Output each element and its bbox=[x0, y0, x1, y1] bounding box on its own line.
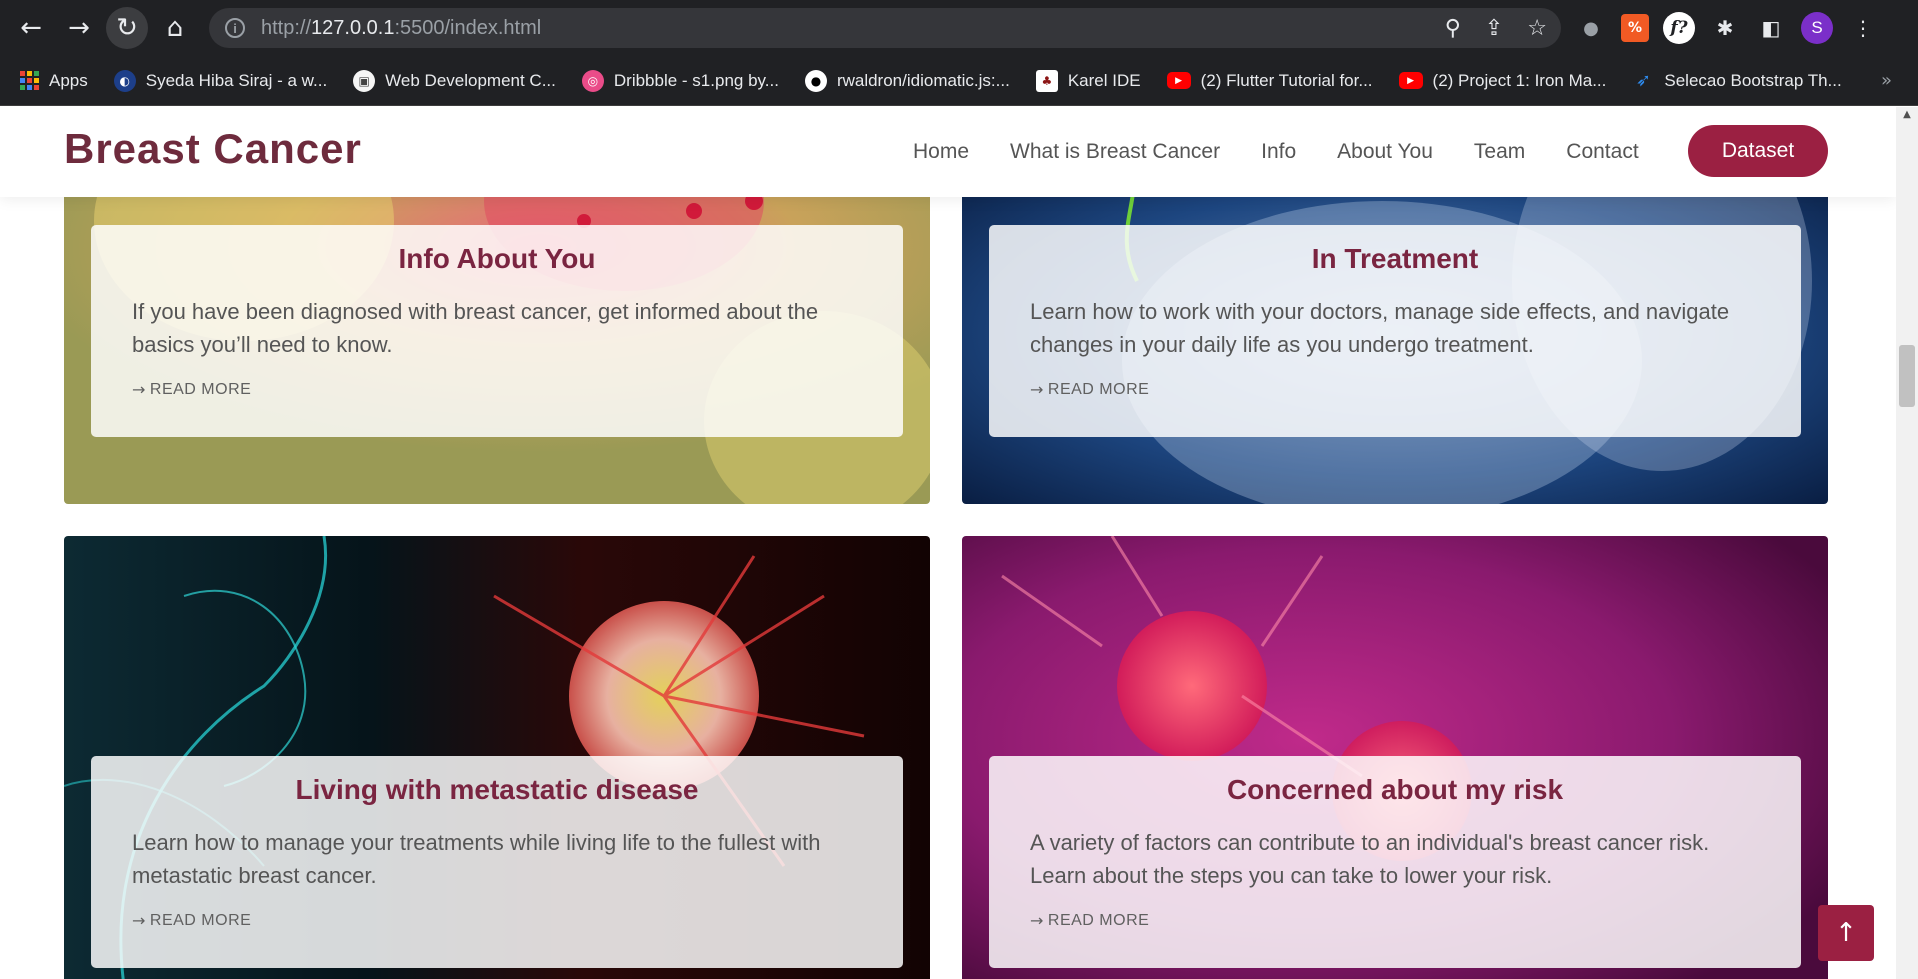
more-bookmarks-icon[interactable]: » bbox=[1881, 70, 1892, 91]
home-icon: ⌂ bbox=[166, 13, 184, 43]
bookmark-karel[interactable]: ♣ Karel IDE bbox=[1035, 69, 1141, 92]
bookmark-label: (2) Flutter Tutorial for... bbox=[1200, 70, 1373, 90]
card-title: Info About You bbox=[398, 243, 596, 274]
bookmark-dribbble[interactable]: ◎ Dribbble - s1.png by... bbox=[581, 69, 779, 92]
read-more-label: READ MORE bbox=[149, 380, 252, 398]
card-text: A variety of factors can contribute to a… bbox=[1030, 830, 1710, 888]
nav-team[interactable]: Team bbox=[1474, 140, 1525, 164]
bookmarks-bar: Apps ◐ Syeda Hiba Siraj - a w... ▣ Web D… bbox=[0, 56, 1918, 106]
magnifier-icon[interactable]: ⚲ bbox=[1445, 16, 1461, 41]
arrow-right-icon: → bbox=[132, 911, 146, 930]
bookmark-apps[interactable]: Apps bbox=[20, 71, 88, 91]
course-icon: ▣ bbox=[353, 69, 376, 92]
card-overlay: Concerned about my risk A variety of fac… bbox=[989, 756, 1801, 968]
nav-contact[interactable]: Contact bbox=[1566, 140, 1638, 164]
url-text[interactable]: http://127.0.0.1:5500/index.html bbox=[261, 17, 541, 40]
star-icon[interactable]: ☆ bbox=[1527, 16, 1547, 41]
url-scheme: http:// bbox=[261, 16, 312, 39]
card-in-treatment: In Treatment Learn how to work with your… bbox=[962, 161, 1828, 504]
arrow-right-icon: → bbox=[68, 13, 90, 43]
scrollbar-thumb[interactable] bbox=[1899, 345, 1915, 407]
site-logo[interactable]: Breast Cancer bbox=[64, 125, 362, 173]
back-button[interactable]: ← bbox=[7, 4, 55, 52]
card-living-with-metastatic-disease: Living with metastatic disease Learn how… bbox=[64, 536, 930, 979]
read-more-label: READ MORE bbox=[1047, 380, 1150, 398]
youtube-icon: ▶ bbox=[1166, 72, 1191, 89]
card-overlay: Living with metastatic disease Learn how… bbox=[91, 756, 903, 968]
extension-orange-icon[interactable]: % bbox=[1621, 14, 1649, 42]
card-text: Learn how to work with your doctors, man… bbox=[1030, 299, 1730, 357]
nav-info[interactable]: Info bbox=[1261, 140, 1296, 164]
arrow-up-icon: ↑ bbox=[1835, 918, 1857, 948]
bookmark-webdev[interactable]: ▣ Web Development C... bbox=[353, 69, 556, 92]
card-overlay: In Treatment Learn how to work with your… bbox=[989, 225, 1801, 437]
browser-toolbar: ← → ↻ ⌂ i http://127.0.0.1:5500/index.ht… bbox=[0, 0, 1918, 56]
profile-avatar[interactable]: S bbox=[1801, 12, 1833, 44]
extension-grey-icon[interactable]: ● bbox=[1575, 12, 1607, 44]
side-panel-icon[interactable]: ◧ bbox=[1755, 12, 1787, 44]
bookmark-label: Apps bbox=[49, 70, 88, 90]
apps-grid-icon bbox=[20, 71, 39, 90]
nav-about-you[interactable]: About You bbox=[1337, 140, 1433, 164]
bookmark-label: Selecao Bootstrap Th... bbox=[1664, 70, 1842, 90]
dribbble-icon: ◎ bbox=[581, 69, 604, 92]
card-title: Concerned about my risk bbox=[1226, 774, 1564, 805]
selecao-icon: ➶ bbox=[1635, 70, 1651, 91]
bookmark-label: (2) Project 1: Iron Ma... bbox=[1432, 70, 1607, 90]
extension-fq-icon[interactable]: f? bbox=[1663, 12, 1695, 44]
card-text: Learn how to manage your treatments whil… bbox=[132, 830, 821, 888]
card-concerned-about-my-risk: Concerned about my risk A variety of fac… bbox=[962, 536, 1828, 979]
bookmark-label: Dribbble - s1.png by... bbox=[613, 70, 779, 90]
read-more-link[interactable]: → READ MORE bbox=[1030, 911, 1760, 930]
main-nav: Home What is Breast Cancer Info About Yo… bbox=[913, 107, 1680, 197]
site-info-icon[interactable]: i bbox=[225, 18, 245, 38]
menu-kebab-icon[interactable]: ⋮ bbox=[1847, 12, 1879, 44]
url-host: 127.0.0.1 bbox=[311, 16, 395, 39]
page-viewport: Breast Cancer Home What is Breast Cancer… bbox=[0, 107, 1896, 979]
bookmark-ironman[interactable]: ▶ (2) Project 1: Iron Ma... bbox=[1398, 70, 1607, 91]
bookmark-label: rwaldron/idiomatic.js:... bbox=[836, 70, 1010, 90]
bookmark-selecao[interactable]: ➶ Selecao Bootstrap Th... bbox=[1632, 70, 1842, 92]
card-title: In Treatment bbox=[1311, 243, 1479, 274]
dataset-button[interactable]: Dataset bbox=[1688, 125, 1828, 177]
scroll-up-arrow-icon[interactable]: ▲ bbox=[1896, 109, 1918, 120]
reload-icon: ↻ bbox=[116, 13, 138, 43]
stanford-icon: ♣ bbox=[1035, 69, 1058, 92]
share-icon[interactable]: ⇪ bbox=[1485, 16, 1503, 41]
arrow-left-icon: ← bbox=[20, 13, 42, 43]
arrow-right-icon: → bbox=[1030, 380, 1044, 399]
url-path: :5500/index.html bbox=[394, 16, 542, 39]
github-icon: ● bbox=[804, 69, 827, 92]
home-button[interactable]: ⌂ bbox=[151, 4, 199, 52]
read-more-link[interactable]: → READ MORE bbox=[132, 911, 862, 930]
card-overlay: Info About You If you have been diagnose… bbox=[91, 225, 903, 437]
bookmark-label: Karel IDE bbox=[1067, 70, 1141, 90]
card-title: Living with metastatic disease bbox=[295, 774, 699, 805]
card-text: If you have been diagnosed with breast c… bbox=[132, 299, 819, 357]
bookmark-portfolio[interactable]: ◐ Syeda Hiba Siraj - a w... bbox=[113, 69, 328, 92]
card-info-about-you: Info About You If you have been diagnose… bbox=[64, 161, 930, 504]
nav-home[interactable]: Home bbox=[913, 140, 969, 164]
portfolio-icon: ◐ bbox=[113, 69, 136, 92]
bookmark-label: Syeda Hiba Siraj - a w... bbox=[145, 70, 328, 90]
bookmark-label: Web Development C... bbox=[385, 70, 556, 90]
read-more-label: READ MORE bbox=[1047, 911, 1150, 929]
bookmark-github[interactable]: ● rwaldron/idiomatic.js:... bbox=[804, 69, 1010, 92]
reload-button[interactable]: ↻ bbox=[106, 7, 148, 49]
extensions-area: ● % f? ✱ ◧ S ⋮ bbox=[1575, 8, 1879, 48]
arrow-right-icon: → bbox=[132, 380, 146, 399]
youtube-icon: ▶ bbox=[1398, 72, 1423, 89]
read-more-link[interactable]: → READ MORE bbox=[132, 380, 862, 399]
arrow-right-icon: → bbox=[1030, 911, 1044, 930]
forward-button[interactable]: → bbox=[55, 4, 103, 52]
puzzle-icon[interactable]: ✱ bbox=[1709, 12, 1741, 44]
bookmark-flutter[interactable]: ▶ (2) Flutter Tutorial for... bbox=[1166, 70, 1373, 91]
page-scrollbar[interactable]: ▲ bbox=[1896, 107, 1918, 979]
back-to-top-button[interactable]: ↑ bbox=[1818, 905, 1874, 961]
read-more-link[interactable]: → READ MORE bbox=[1030, 380, 1760, 399]
address-bar[interactable]: i http://127.0.0.1:5500/index.html ⚲ ⇪ ☆ bbox=[209, 8, 1561, 48]
read-more-label: READ MORE bbox=[149, 911, 252, 929]
site-header: Breast Cancer Home What is Breast Cancer… bbox=[0, 107, 1896, 197]
nav-what-is-breast-cancer[interactable]: What is Breast Cancer bbox=[1010, 140, 1220, 164]
